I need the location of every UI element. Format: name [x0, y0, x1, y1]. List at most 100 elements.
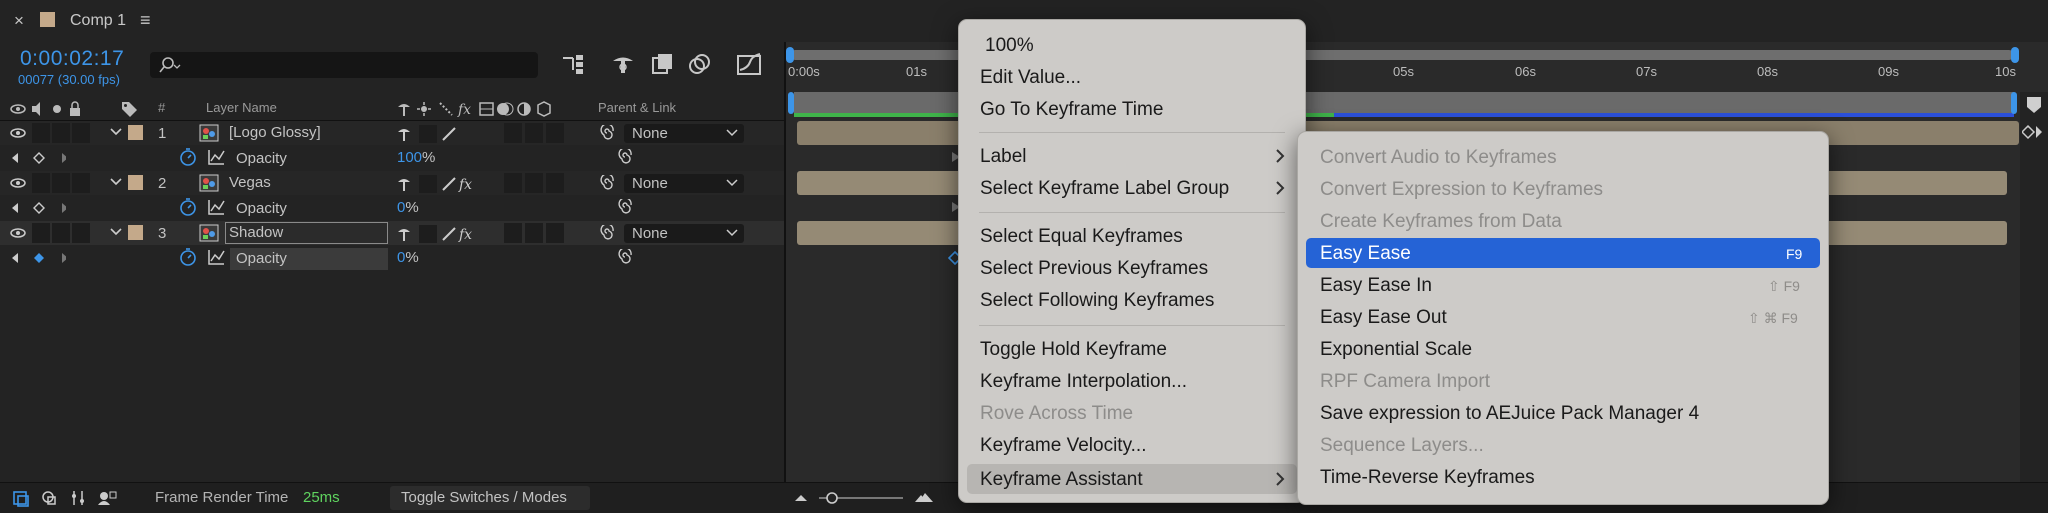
menu-item-keyframe-velocity[interactable]: Keyframe Velocity... — [959, 430, 1305, 460]
chevron-down-icon — [726, 179, 738, 187]
motion-blur-icon[interactable] — [688, 52, 712, 76]
parent-dropdown[interactable]: None — [624, 124, 744, 143]
expression-pick-whip-icon[interactable] — [616, 249, 634, 265]
visibility-eye-icon[interactable] — [10, 176, 26, 190]
index-column-header[interactable]: # — [158, 100, 165, 115]
frame-blending-icon[interactable] — [651, 52, 675, 76]
menu-item-select-following-keyframes[interactable]: Select Following Keyframes — [959, 285, 1305, 315]
graph-icon[interactable] — [207, 149, 225, 165]
parent-dropdown[interactable]: None — [624, 224, 744, 243]
label-tag-icon[interactable] — [120, 100, 138, 118]
panel-menu-icon[interactable]: ≡ — [140, 10, 151, 31]
layer-label-swatch[interactable] — [128, 225, 143, 240]
chevron-down-icon[interactable] — [110, 127, 122, 137]
stopwatch-icon[interactable] — [179, 248, 197, 266]
visibility-eye-icon[interactable] — [10, 126, 26, 140]
navigator-end-handle[interactable] — [2011, 47, 2019, 63]
submenu-item-save-expression-aejuice[interactable]: Save expression to AEJuice Pack Manager … — [1298, 398, 1828, 428]
menu-item-select-equal-keyframes[interactable]: Select Equal Keyframes — [959, 221, 1305, 251]
chevron-down-icon — [726, 129, 738, 137]
comp-marker-bin-icon[interactable] — [2025, 96, 2043, 114]
switch-cell[interactable] — [546, 173, 564, 193]
keyframe-navigator[interactable] — [10, 201, 66, 215]
lock-switch[interactable] — [72, 173, 90, 193]
menu-item-toggle-hold-keyframe[interactable]: Toggle Hold Keyframe — [959, 334, 1305, 364]
work-area-end[interactable] — [2011, 92, 2017, 114]
audio-switch[interactable] — [32, 123, 50, 143]
menu-item-label[interactable]: Label — [959, 141, 1305, 171]
search-input[interactable] — [150, 52, 538, 78]
layer-label-swatch[interactable] — [128, 125, 143, 140]
switch-cell[interactable] — [504, 223, 522, 243]
menu-item-select-keyframe-label-group[interactable]: Select Keyframe Label Group — [959, 173, 1305, 203]
layer-name-column-header[interactable]: Layer Name — [206, 100, 277, 115]
layer-switches[interactable]: fx — [397, 175, 497, 193]
visibility-eye-icon[interactable] — [10, 226, 26, 240]
submenu-item-time-reverse-keyframes[interactable]: Time-Reverse Keyframes — [1298, 462, 1828, 492]
bottom-toggle-icons[interactable] — [12, 489, 122, 507]
menu-item-edit-value[interactable]: Edit Value... — [959, 62, 1305, 92]
pick-whip-icon[interactable] — [598, 225, 616, 241]
switch-cell[interactable] — [525, 123, 543, 143]
solo-switch[interactable] — [52, 123, 70, 143]
property-value[interactable]: 0% — [397, 199, 419, 216]
chevron-down-icon[interactable] — [110, 227, 122, 237]
keyframe-context-menu: 100% Edit Value... Go To Keyframe Time L… — [958, 19, 1306, 503]
comp-flowchart-icon[interactable] — [561, 53, 587, 75]
submenu-item-exponential-scale[interactable]: Exponential Scale — [1298, 334, 1828, 364]
menu-item-keyframe-interpolation[interactable]: Keyframe Interpolation... — [959, 366, 1305, 396]
stopwatch-icon[interactable] — [179, 148, 197, 166]
switch-cell[interactable] — [525, 223, 543, 243]
submenu-item-easy-ease[interactable]: Easy Ease F9 — [1306, 238, 1820, 268]
solo-switch[interactable] — [52, 223, 70, 243]
pick-whip-icon[interactable] — [598, 125, 616, 141]
current-time-display[interactable]: 0:00:02:17 — [20, 47, 124, 71]
graph-icon[interactable] — [207, 249, 225, 265]
close-tab-button[interactable]: × — [14, 11, 24, 31]
pick-whip-icon[interactable] — [598, 175, 616, 191]
audio-switch[interactable] — [32, 223, 50, 243]
graph-editor-icon[interactable] — [736, 52, 762, 76]
chevron-down-icon[interactable] — [110, 177, 122, 187]
keyframe-navigator[interactable] — [10, 151, 66, 165]
expression-pick-whip-icon[interactable] — [616, 149, 634, 165]
switch-cell[interactable] — [546, 123, 564, 143]
layer-name[interactable]: Vegas — [229, 174, 271, 191]
expression-pick-whip-icon[interactable] — [616, 199, 634, 215]
property-value[interactable]: 0% — [397, 249, 419, 266]
switch-cell[interactable] — [504, 123, 522, 143]
layer-marker-icon[interactable] — [2022, 124, 2046, 142]
menu-item-percent[interactable]: 100% — [959, 30, 1305, 60]
parent-link-column-header[interactable]: Parent & Link — [598, 100, 676, 115]
switch-cell[interactable] — [525, 173, 543, 193]
work-area-start[interactable] — [788, 92, 794, 114]
audio-switch[interactable] — [32, 173, 50, 193]
layer-name[interactable]: [Logo Glossy] — [229, 124, 321, 141]
comp-tab-title[interactable]: Comp 1 — [70, 12, 126, 30]
layer-name-edit-field[interactable]: Shadow — [225, 222, 388, 244]
keyframe-navigator[interactable] — [10, 251, 66, 265]
menu-item-keyframe-assistant[interactable]: Keyframe Assistant — [967, 464, 1297, 494]
layer-label-swatch[interactable] — [128, 175, 143, 190]
shy-layers-icon[interactable] — [611, 52, 635, 76]
lock-switch[interactable] — [72, 123, 90, 143]
layer-switches[interactable] — [397, 125, 477, 143]
zoom-slider[interactable] — [793, 490, 943, 506]
toggle-switches-modes-button[interactable]: Toggle Switches / Modes — [390, 486, 590, 510]
parent-dropdown[interactable]: None — [624, 174, 744, 193]
ruler-tick-label: 05s — [1393, 64, 1414, 79]
menu-item-select-previous-keyframes[interactable]: Select Previous Keyframes — [959, 253, 1305, 283]
submenu-item-easy-ease-in[interactable]: Easy Ease In ⇧ F9 — [1298, 270, 1828, 300]
solo-switch[interactable] — [52, 173, 70, 193]
graph-icon[interactable] — [207, 199, 225, 215]
navigator-start-handle[interactable] — [786, 47, 794, 63]
selected-property-highlight: Opacity — [230, 248, 388, 270]
menu-item-go-to-keyframe-time[interactable]: Go To Keyframe Time — [959, 94, 1305, 124]
lock-switch[interactable] — [72, 223, 90, 243]
switch-cell[interactable] — [504, 173, 522, 193]
layer-switches[interactable]: fx — [397, 225, 497, 243]
property-value[interactable]: 100% — [397, 149, 435, 166]
stopwatch-icon[interactable] — [179, 198, 197, 216]
switch-cell[interactable] — [546, 223, 564, 243]
submenu-item-easy-ease-out[interactable]: Easy Ease Out ⇧ ⌘ F9 — [1298, 302, 1828, 332]
